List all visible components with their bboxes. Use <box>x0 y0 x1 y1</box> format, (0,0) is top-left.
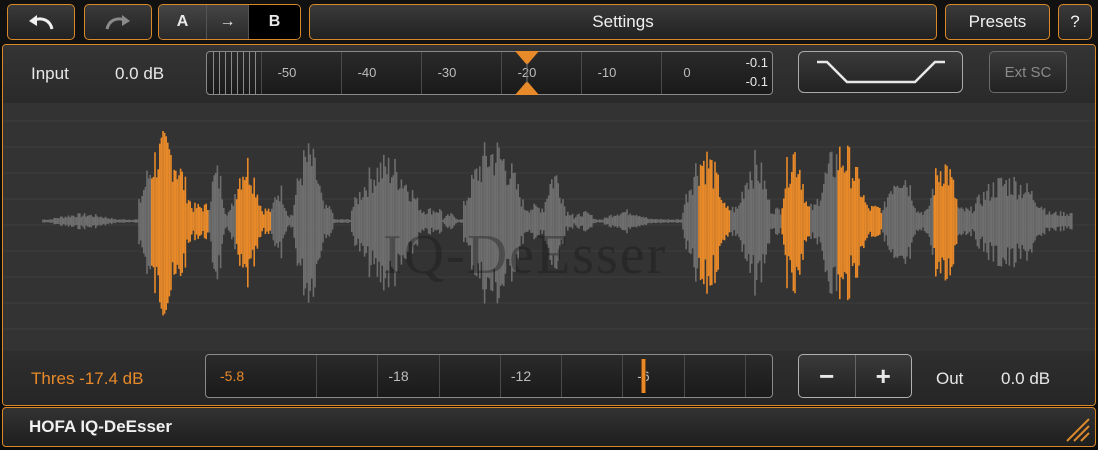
slider-tick-label: -12 <box>510 368 532 384</box>
meter-tick <box>661 52 662 94</box>
redo-arrow-icon <box>105 15 130 30</box>
meter-tick <box>261 52 262 94</box>
slider-tick <box>622 355 624 397</box>
slider-tick <box>316 355 317 397</box>
output-decrease-button[interactable]: − <box>799 355 856 397</box>
waveform-display[interactable]: IQ-DeEsser <box>3 103 1095 351</box>
meter-tick-label: 0 <box>683 65 691 80</box>
peak-readout-bottom: -0.1 <box>745 74 768 89</box>
band-filter-curve-icon <box>816 60 945 84</box>
meter-tick-label: -10 <box>597 65 617 80</box>
ab-compare: A → B <box>158 4 301 40</box>
slider-tick <box>499 355 501 397</box>
footer-bar: HOFA IQ-DeEsser <box>2 407 1096 447</box>
threshold-slider[interactable]: -18-12-6 -5.8 <box>205 354 807 398</box>
meter-tick <box>237 52 238 94</box>
output-value: 0.0 dB <box>1001 369 1051 388</box>
meter-tick <box>243 52 244 94</box>
slider-tick <box>438 355 440 397</box>
resize-grip-icon[interactable] <box>1061 413 1091 443</box>
filter-curve-button[interactable] <box>798 51 963 93</box>
meter-tick <box>341 52 342 94</box>
undo-arrow-icon <box>29 15 54 30</box>
slider-tick <box>744 355 746 397</box>
input-value: 0.0 dB <box>115 64 165 83</box>
redo-button[interactable] <box>84 4 152 40</box>
ext-sc-button[interactable]: Ext SC <box>989 51 1067 93</box>
help-button[interactable]: ? <box>1058 4 1092 40</box>
meter-tick <box>231 52 232 94</box>
input-meter[interactable]: -50 -40 -30 -20 -10 0 -0.1 -0.1 <box>206 51 773 95</box>
settings-button[interactable]: Settings <box>309 4 937 40</box>
undo-button[interactable] <box>7 4 75 40</box>
meter-tick-label: -30 <box>437 65 457 80</box>
meter-tick <box>225 52 226 94</box>
toolbar: A → B Settings Presets ? <box>0 0 1098 44</box>
ab-b-button[interactable]: B <box>249 5 300 39</box>
meter-tick <box>501 52 502 94</box>
output-increase-button[interactable]: + <box>856 355 912 397</box>
meter-tick <box>219 52 220 94</box>
threshold-current-value: -5.8 <box>220 368 245 384</box>
slider-tick <box>561 355 562 397</box>
meter-tick <box>581 52 582 94</box>
input-level-marker[interactable] <box>512 51 542 95</box>
output-label: Out <box>936 369 964 388</box>
main-panel: Input 0.0 dB -50 -40 -30 -20 -10 0 -0.1 -0.1 … <box>2 44 1096 406</box>
meter-tick <box>421 52 422 94</box>
threshold-label: Thres -17.4 dB <box>31 369 144 388</box>
meter-tick-label: -50 <box>277 65 297 80</box>
meter-tick-label: -40 <box>357 65 377 80</box>
slider-tick <box>683 355 685 397</box>
slider-tick <box>377 355 379 397</box>
meter-tick <box>213 52 214 94</box>
peak-readout-top: -0.1 <box>745 55 768 70</box>
threshold-row: Thres -17.4 dB -18-12-6 -5.8 − + Out 0.0… <box>3 351 1095 405</box>
watermark-text: IQ-DeEsser <box>383 224 668 286</box>
output-stepper: − + <box>798 354 912 398</box>
slider-tick-label: -18 <box>388 368 409 384</box>
meter-tick <box>249 52 250 94</box>
plugin-title: HOFA IQ-DeEsser <box>29 417 172 436</box>
meter-tick <box>255 52 256 94</box>
input-label: Input <box>31 64 69 83</box>
presets-button[interactable]: Presets <box>945 4 1050 40</box>
ab-copy-arrow-button[interactable]: → <box>207 5 249 39</box>
input-row: Input 0.0 dB -50 -40 -30 -20 -10 0 -0.1 -0.1 … <box>3 45 1095 103</box>
threshold-handle[interactable] <box>640 359 646 393</box>
ab-a-button[interactable]: A <box>159 5 207 39</box>
